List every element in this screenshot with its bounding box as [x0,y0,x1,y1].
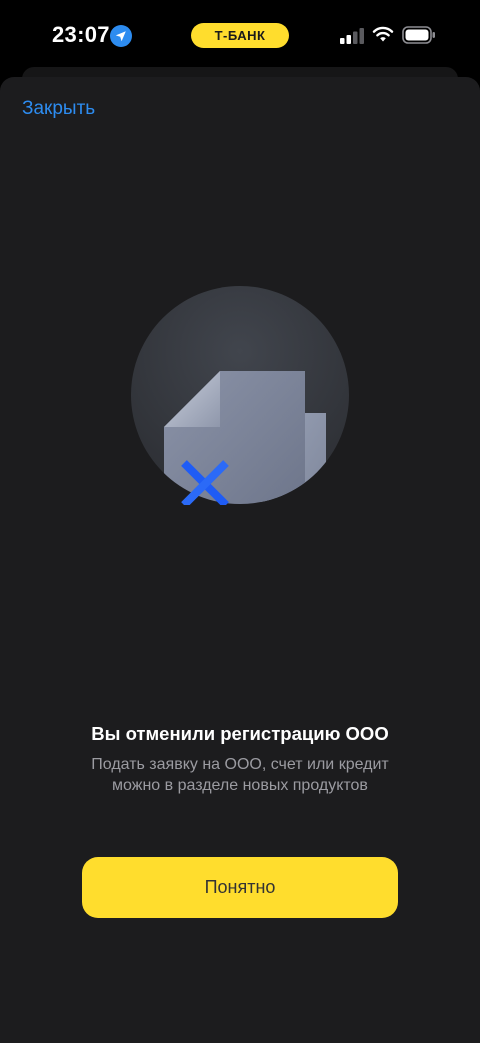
screen: 23:07 Т-БАНК Закрыть Вы отменили регистр… [0,0,480,1043]
close-button[interactable]: Закрыть [22,98,95,120]
message-title: Вы отменили регистрацию ООО [91,723,389,744]
status-bar: 23:07 Т-БАНК [0,0,480,70]
ok-button[interactable]: Понятно [82,857,398,918]
cellular-signal-icon [340,28,364,44]
message-subtitle: Подать заявку на ООО, счет или кредит мо… [91,756,389,794]
status-time: 23:07 [52,22,110,47]
ok-button-label: Понятно [204,877,276,897]
location-arrow-icon [110,25,132,47]
carrier-label: Т-БАНК [214,28,266,43]
modal-sheet: Закрыть Вы отменили регистрацию ООО Пода… [0,77,480,1043]
battery-icon [402,26,435,44]
carrier-badge: Т-БАНК [191,23,289,48]
cancelled-document-illustration [131,286,349,505]
wifi-icon [372,26,394,42]
